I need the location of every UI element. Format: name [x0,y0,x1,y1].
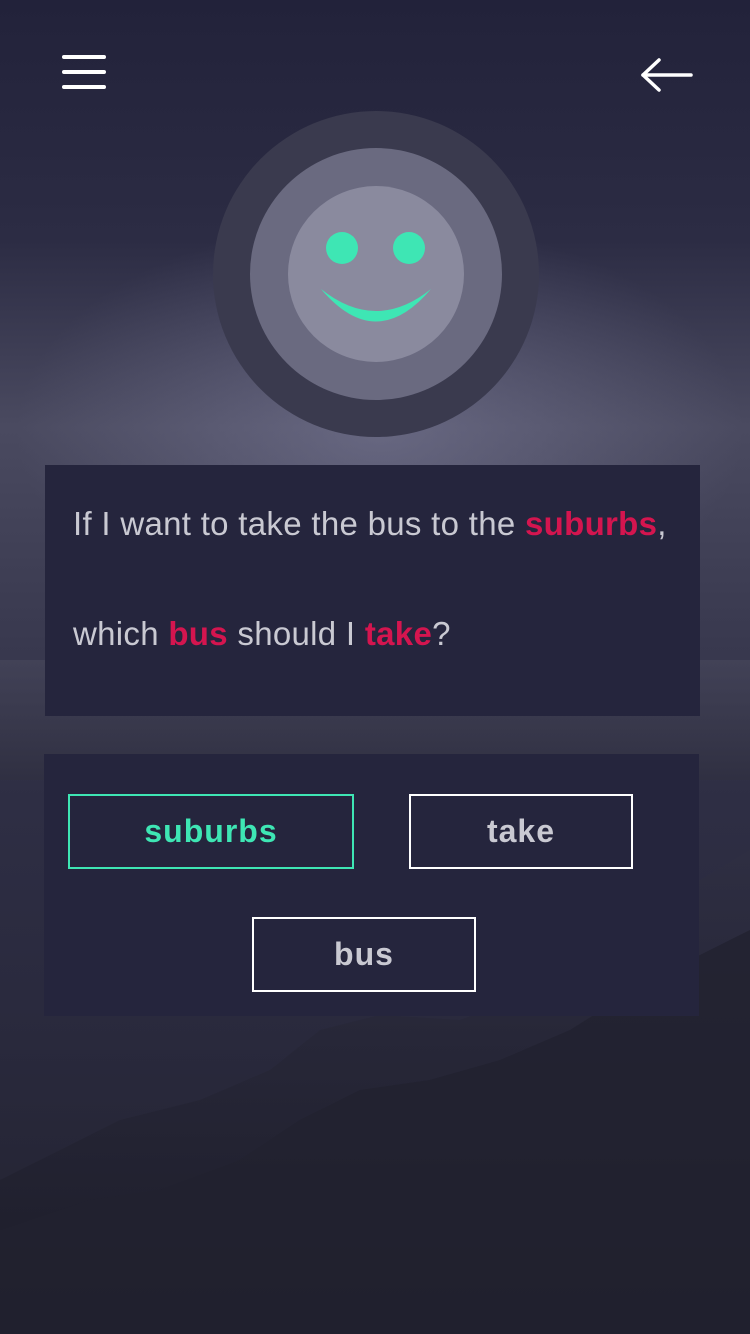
question-keyword: bus [168,615,228,652]
mascot-avatar [213,111,539,437]
answer-option-bus[interactable]: bus [252,917,476,992]
answer-option-suburbs[interactable]: suburbs [68,794,354,869]
question-card: If I want to take the bus to the suburbs… [45,465,700,716]
answer-options-card: suburbs take bus [44,754,699,1016]
question-text: If I want to take the bus to the [73,505,525,542]
arrow-left-icon [641,58,693,92]
question-text: which [73,615,169,652]
question-line-1: If I want to take the bus to the suburbs… [73,505,667,543]
answer-option-take[interactable]: take [409,794,633,869]
question-keyword: suburbs [525,505,658,542]
question-text: should I [227,615,365,652]
question-line-2: which bus should I take? [73,615,451,653]
menu-button[interactable] [62,55,106,89]
question-text: ? [432,615,451,652]
back-button[interactable] [640,56,694,94]
smiley-face-icon [213,111,539,437]
question-text: , [657,505,667,542]
question-keyword: take [364,615,433,652]
